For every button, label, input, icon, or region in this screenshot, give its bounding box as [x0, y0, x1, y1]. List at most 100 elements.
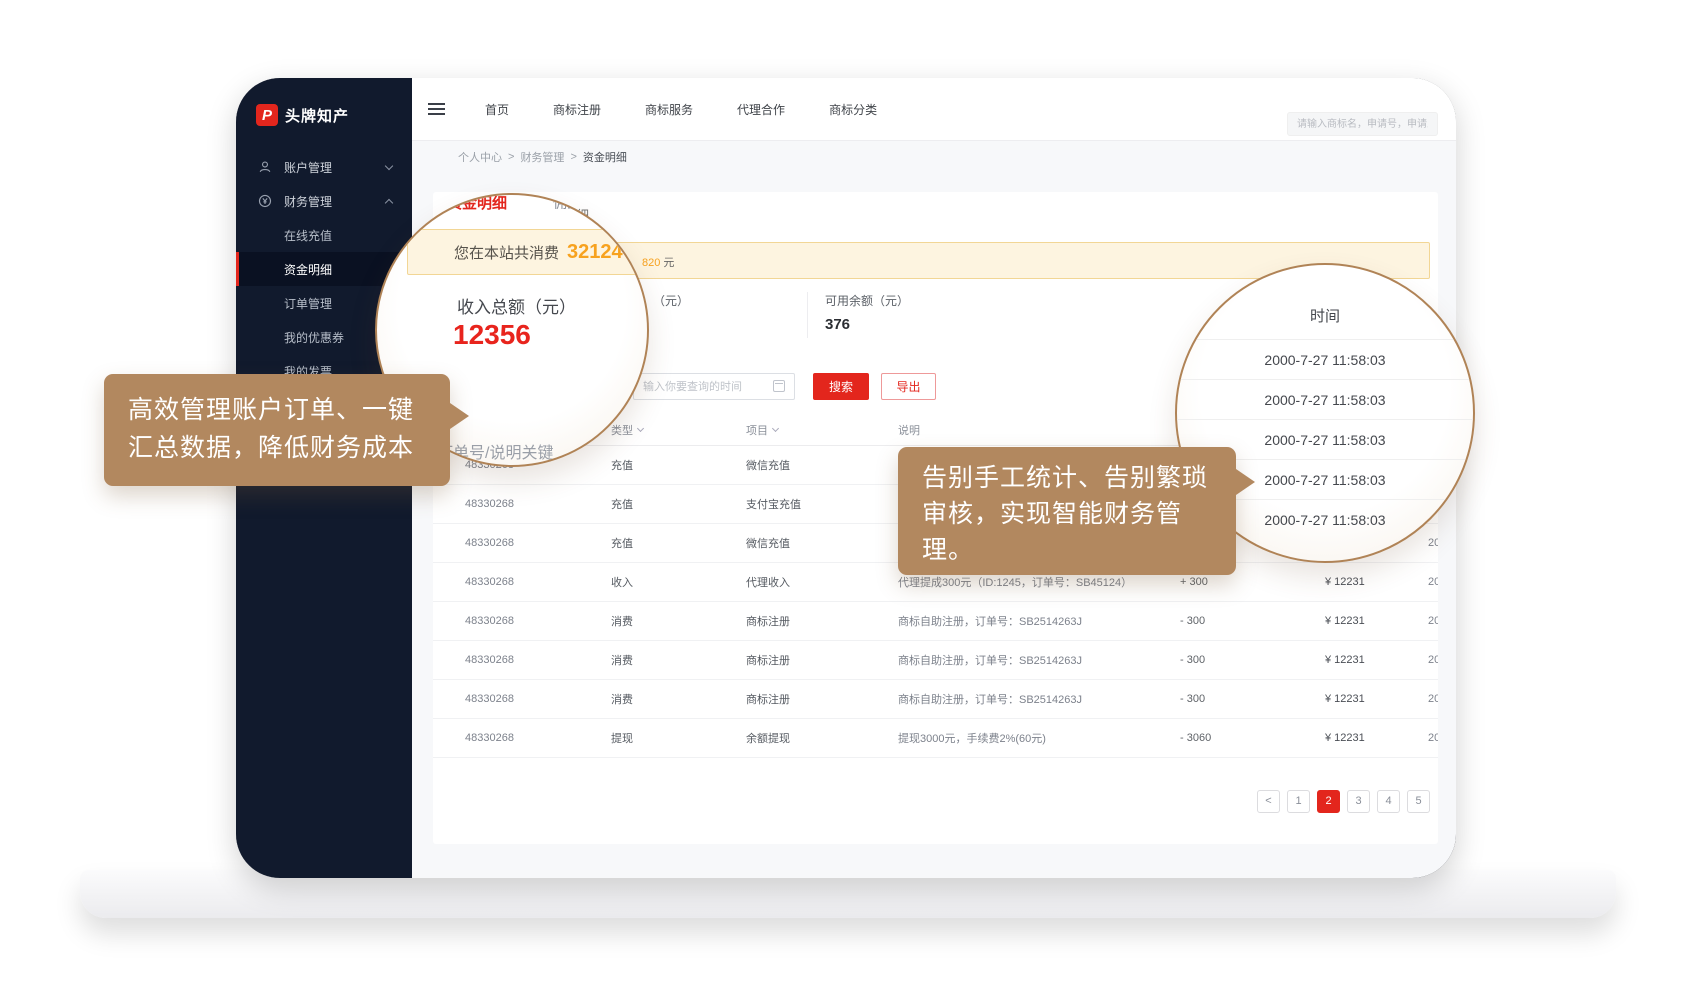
magnified-time-header: 时间 — [1177, 305, 1473, 326]
breadcrumb-item[interactable]: 财务管理 — [520, 149, 564, 165]
magnified-income-label: 收入总额（元） — [457, 293, 576, 318]
callout-text: 高效管理账户订单、一键 — [128, 391, 450, 429]
cell-balance: ¥ 12231 — [1313, 615, 1418, 627]
callout-text: 告别手工统计、告别繁琐 — [922, 460, 1236, 496]
callout-left: 高效管理账户订单、一键 汇总数据，降低财务成本 — [104, 374, 450, 486]
chevron-up-icon — [385, 199, 393, 207]
consumption-unit: 元 — [663, 257, 674, 269]
cell-project: 代理收入 — [746, 574, 898, 590]
stat3-label: 可用余额（元） — [825, 292, 909, 309]
cell-time: 2000-7-27 11:58:03 — [1418, 576, 1438, 588]
user-icon — [258, 160, 272, 174]
top-navbar: 首页 商标注册 商标服务 代理合作 商标分类 — [412, 78, 1456, 141]
breadcrumb-item-current: 资金明细 — [583, 149, 627, 165]
cell-project: 余额提现 — [746, 730, 898, 746]
laptop-mockup: P 头牌知产 账户管理 财务管理 — [0, 0, 1696, 1002]
cell-amount: + 300 — [1168, 576, 1313, 588]
prev-page-button[interactable]: < — [1257, 790, 1280, 813]
col-project[interactable]: 项目 — [746, 422, 898, 438]
callout-text: 审核，实现智能财务管 — [922, 496, 1236, 532]
cell-project: 支付宝充值 — [746, 496, 898, 512]
stat-divider — [807, 292, 808, 338]
table-row[interactable]: 48330268 消费 商标注册 商标自助注册，订单号：SB2514263J -… — [433, 602, 1438, 641]
cell-description: 商标自助注册，订单号：SB2514263J — [898, 691, 1168, 707]
magnified-time-row: 2000-7-27 11:58:03 — [1177, 379, 1473, 419]
cell-balance: ¥ 12231 — [1313, 654, 1418, 666]
chevron-down-icon — [385, 162, 393, 170]
cell-type: 收入 — [611, 574, 746, 590]
pagination: < 1 2 3 4 5 — [1257, 790, 1430, 813]
cell-amount: - 300 — [1168, 693, 1313, 705]
sort-caret-icon — [772, 424, 779, 431]
page-button[interactable]: 1 — [1287, 790, 1310, 813]
table-row[interactable]: 48330268 提现 余额提现 提现3000元，手续费2%(60元) - 30… — [433, 719, 1438, 758]
cell-project: 商标注册 — [746, 652, 898, 668]
page-button[interactable]: 3 — [1347, 790, 1370, 813]
search-button[interactable]: 搜索 — [813, 373, 869, 400]
magnified-notice-text: 您在本站共消费 — [454, 242, 559, 263]
magnified-notice-amount: 32124 — [567, 241, 623, 264]
cell-amount: - 300 — [1168, 615, 1313, 627]
sidebar-item-account[interactable]: 账户管理 — [236, 150, 412, 184]
cell-type: 充值 — [611, 535, 746, 551]
magnified-tab-inactive: 佣金明细 — [553, 193, 609, 213]
sidebar-subitem-label: 订单管理 — [284, 295, 332, 312]
finance-icon — [258, 194, 272, 208]
cell-description: 代理提成300元（ID:1245，订单号：SB45124） — [898, 574, 1168, 590]
menu-icon[interactable] — [428, 100, 445, 118]
cell-order-no: 48330268 — [465, 654, 611, 666]
sidebar-item-finance[interactable]: 财务管理 — [236, 184, 412, 218]
export-button[interactable]: 导出 — [881, 373, 936, 400]
cell-order-no: 48330268 — [465, 498, 611, 510]
nav-tab[interactable]: 商标服务 — [645, 101, 693, 118]
sidebar-subitem[interactable]: 在线充值 — [236, 218, 412, 252]
sidebar-item-label: 财务管理 — [284, 193, 332, 210]
cell-type: 消费 — [611, 613, 746, 629]
brand-logo-icon: P — [256, 104, 278, 126]
breadcrumb: 个人中心 > 财务管理 > 资金明细 — [412, 141, 1456, 172]
brand-name: 头牌知产 — [285, 105, 349, 126]
table-row[interactable]: 48330268 消费 商标注册 商标自助注册，订单号：SB2514263J -… — [433, 680, 1438, 719]
cell-balance: ¥ 12231 — [1313, 576, 1418, 588]
sidebar-subitem-label: 在线充值 — [284, 227, 332, 244]
cell-balance: ¥ 12231 — [1313, 732, 1418, 744]
search-input[interactable] — [1287, 112, 1438, 136]
cell-description: 提现3000元，手续费2%(60元) — [898, 730, 1168, 746]
cell-time: 2000-7-27 11:58:03 — [1418, 732, 1438, 744]
cell-project: 微信充值 — [746, 457, 898, 473]
sidebar-item-label: 账户管理 — [284, 159, 332, 176]
sort-caret-icon — [637, 424, 644, 431]
cell-order-no: 48330268 — [465, 732, 611, 744]
page-button[interactable]: 5 — [1407, 790, 1430, 813]
nav-tab[interactable]: 代理合作 — [737, 101, 785, 118]
magnified-notice-bar: 您在本站共消费 32124 — [407, 229, 649, 275]
stat3-value: 376 — [825, 316, 850, 333]
callout-right: 告别手工统计、告别繁琐 审核，实现智能财务管 理。 — [898, 447, 1236, 575]
magnified-income-value: 12356 — [453, 319, 531, 351]
cell-type: 消费 — [611, 652, 746, 668]
top-nav-tabs: 首页 商标注册 商标服务 代理合作 商标分类 — [485, 101, 877, 118]
breadcrumb-item[interactable]: 个人中心 — [458, 149, 502, 165]
cell-time: 2000-7-27 11:58:03 — [1418, 693, 1438, 705]
callout-text: 理。 — [922, 532, 1236, 568]
sidebar-subitem-label: 资金明细 — [284, 261, 332, 278]
nav-tab[interactable]: 商标分类 — [829, 101, 877, 118]
breadcrumb-separator: > — [508, 151, 514, 163]
cell-project: 商标注册 — [746, 613, 898, 629]
magnified-table-header: 订单号/说明关键 — [437, 439, 553, 463]
page-button[interactable]: 4 — [1377, 790, 1400, 813]
cell-type: 充值 — [611, 496, 746, 512]
calendar-icon[interactable] — [773, 380, 785, 392]
cell-type: 充值 — [611, 457, 746, 473]
date-query-input[interactable] — [633, 373, 795, 400]
magnified-time-row: 2000-7-27 11:58:03 — [1177, 339, 1473, 379]
nav-tab[interactable]: 首页 — [485, 101, 509, 118]
brand: P 头牌知产 — [256, 104, 349, 126]
col-type[interactable]: 类型 — [611, 422, 746, 438]
cell-amount: - 300 — [1168, 654, 1313, 666]
page-button[interactable]: 2 — [1317, 790, 1340, 813]
cell-order-no: 48330268 — [465, 576, 611, 588]
cell-amount: - 3060 — [1168, 732, 1313, 744]
nav-tab[interactable]: 商标注册 — [553, 101, 601, 118]
table-row[interactable]: 48330268 消费 商标注册 商标自助注册，订单号：SB2514263J -… — [433, 641, 1438, 680]
